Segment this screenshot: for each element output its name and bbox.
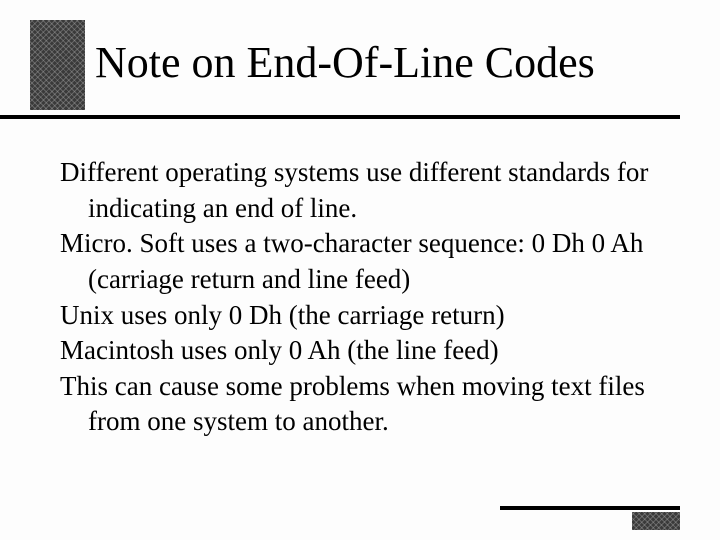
paragraph: Unix uses only 0 Dh (the carriage return… [60, 298, 660, 334]
slide: Note on End-Of-Line Codes Different oper… [0, 0, 720, 540]
slide-body: Different operating systems use differen… [60, 155, 660, 440]
slide-title: Note on End-Of-Line Codes [95, 40, 680, 86]
decor-block-bottom [632, 512, 680, 530]
paragraph: Macintosh uses only 0 Ah (the line feed) [60, 333, 660, 369]
decor-block-top [30, 20, 85, 110]
paragraph: Micro. Soft uses a two-character sequenc… [60, 226, 660, 297]
paragraph: This can cause some problems when moving… [60, 369, 660, 440]
title-rule [0, 115, 680, 119]
footer-rule [500, 506, 680, 510]
paragraph: Different operating systems use differen… [60, 155, 660, 226]
